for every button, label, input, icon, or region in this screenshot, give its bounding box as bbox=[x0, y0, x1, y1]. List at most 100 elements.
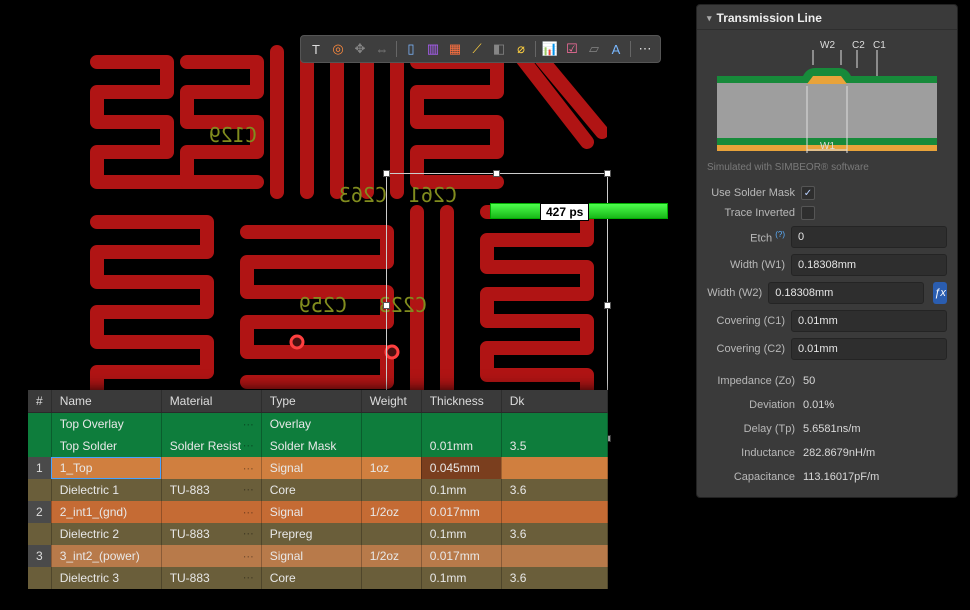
resize-handle[interactable] bbox=[604, 302, 611, 309]
cell-name[interactable]: Dielectric 1 bbox=[51, 479, 161, 501]
resize-handle[interactable] bbox=[604, 170, 611, 177]
cell-weight[interactable] bbox=[361, 523, 421, 545]
tool-route[interactable]: ⟋ bbox=[467, 39, 487, 59]
cell-name[interactable]: Dielectric 2 bbox=[51, 523, 161, 545]
ellipsis-icon[interactable]: ⋯ bbox=[243, 483, 253, 496]
cell-name[interactable]: Top Overlay bbox=[51, 413, 161, 436]
input-c2[interactable] bbox=[791, 338, 947, 360]
cell-dk[interactable] bbox=[501, 413, 607, 436]
ellipsis-icon[interactable]: ⋯ bbox=[243, 462, 253, 475]
cell-material[interactable]: TU-883⋯ bbox=[161, 567, 261, 589]
cell-weight[interactable]: 1/2oz bbox=[361, 501, 421, 523]
resize-handle[interactable] bbox=[493, 170, 500, 177]
ellipsis-icon[interactable]: ⋯ bbox=[243, 550, 253, 563]
tool-font[interactable]: A bbox=[606, 39, 626, 59]
cell-thickness[interactable] bbox=[421, 413, 501, 436]
panel-title[interactable]: Transmission Line bbox=[697, 5, 957, 30]
table-row[interactable]: 11_Top⋯Signal1oz0.045mm bbox=[28, 457, 608, 479]
cell-thickness[interactable]: 0.045mm bbox=[421, 457, 501, 479]
col-material[interactable]: Material bbox=[161, 390, 261, 413]
tool-measure[interactable]: 📊 bbox=[540, 39, 560, 59]
cell-weight[interactable] bbox=[361, 413, 421, 436]
tool-outline[interactable]: ◧ bbox=[489, 39, 509, 59]
cell-weight[interactable] bbox=[361, 435, 421, 457]
resize-handle[interactable] bbox=[383, 170, 390, 177]
cell-type[interactable]: Prepreg bbox=[261, 523, 361, 545]
tool-layer1[interactable]: ▯ bbox=[401, 39, 421, 59]
tool-via[interactable]: ⌀ bbox=[511, 39, 531, 59]
resize-handle[interactable] bbox=[383, 302, 390, 309]
cell-material[interactable]: ⋯ bbox=[161, 457, 261, 479]
input-etch[interactable] bbox=[791, 226, 947, 248]
tool-width[interactable]: ⇔ bbox=[372, 39, 392, 59]
chk-use-mask[interactable]: ✓ bbox=[801, 186, 815, 200]
cell-thickness[interactable]: 0.017mm bbox=[421, 545, 501, 567]
cell-type[interactable]: Core bbox=[261, 567, 361, 589]
col-thk[interactable]: Thickness bbox=[421, 390, 501, 413]
cell-material[interactable]: TU-883⋯ bbox=[161, 479, 261, 501]
cell-dk[interactable]: 3.5 bbox=[501, 435, 607, 457]
ellipsis-icon[interactable]: ⋯ bbox=[243, 439, 253, 452]
cell-dk[interactable]: 3.6 bbox=[501, 567, 607, 589]
cell-material[interactable]: ⋯ bbox=[161, 501, 261, 523]
cell-type[interactable]: Signal bbox=[261, 501, 361, 523]
layer-stackup-table[interactable]: # Name Material Type Weight Thickness Dk… bbox=[28, 390, 608, 589]
table-row[interactable]: Dielectric 3TU-883⋯Core 0.1mm3.6 bbox=[28, 567, 608, 589]
cell-thickness[interactable]: 0.01mm bbox=[421, 435, 501, 457]
tool-layer3[interactable]: ▦ bbox=[445, 39, 465, 59]
cell-material[interactable]: ⋯ bbox=[161, 545, 261, 567]
tool-layer2[interactable]: ▥ bbox=[423, 39, 443, 59]
cell-name[interactable]: 3_int2_(power) bbox=[51, 545, 161, 567]
col-weight[interactable]: Weight bbox=[361, 390, 421, 413]
cell-type[interactable]: Core bbox=[261, 479, 361, 501]
cell-dk[interactable]: 3.6 bbox=[501, 479, 607, 501]
cell-dk[interactable]: 3.6 bbox=[501, 523, 607, 545]
cell-type[interactable]: Overlay bbox=[261, 413, 361, 436]
tool-more[interactable]: ⋯ bbox=[635, 39, 655, 59]
tool-snap[interactable]: ◎ bbox=[328, 39, 348, 59]
ellipsis-icon[interactable]: ⋯ bbox=[243, 418, 253, 431]
table-row[interactable]: Dielectric 2TU-883⋯Prepreg 0.1mm3.6 bbox=[28, 523, 608, 545]
col-num[interactable]: # bbox=[28, 390, 51, 413]
tool-xsignal[interactable]: ☑ bbox=[562, 39, 582, 59]
cell-weight[interactable]: 1oz bbox=[361, 457, 421, 479]
table-row[interactable]: 33_int2_(power)⋯Signal1/2oz0.017mm bbox=[28, 545, 608, 567]
cell-material[interactable]: Solder Resist⋯ bbox=[161, 435, 261, 457]
cell-name[interactable]: 1_Top bbox=[51, 457, 161, 479]
cell-dk[interactable] bbox=[501, 501, 607, 523]
cell-thickness[interactable]: 0.1mm bbox=[421, 523, 501, 545]
input-c1[interactable] bbox=[791, 310, 947, 332]
tool-move[interactable]: ✥ bbox=[350, 39, 370, 59]
tool-text[interactable]: T bbox=[306, 39, 326, 59]
help-icon[interactable]: (?) bbox=[775, 230, 785, 239]
table-row[interactable]: Top Overlay ⋯ Overlay bbox=[28, 413, 608, 436]
cell-name[interactable]: 2_int1_(gnd) bbox=[51, 501, 161, 523]
cell-dk[interactable] bbox=[501, 457, 607, 479]
chk-inverted[interactable]: ✓ bbox=[801, 206, 815, 220]
cell-name[interactable]: Dielectric 3 bbox=[51, 567, 161, 589]
cell-weight[interactable] bbox=[361, 479, 421, 501]
cell-type[interactable]: Solder Mask bbox=[261, 435, 361, 457]
cell-type[interactable]: Signal bbox=[261, 457, 361, 479]
table-row[interactable]: 22_int1_(gnd)⋯Signal1/2oz0.017mm bbox=[28, 501, 608, 523]
ellipsis-icon[interactable]: ⋯ bbox=[243, 571, 253, 584]
input-w1[interactable] bbox=[791, 254, 947, 276]
cell-thickness[interactable]: 0.1mm bbox=[421, 479, 501, 501]
cell-dk[interactable] bbox=[501, 545, 607, 567]
cell-weight[interactable]: 1/2oz bbox=[361, 545, 421, 567]
cell-type[interactable]: Signal bbox=[261, 545, 361, 567]
tool-plane[interactable]: ▱ bbox=[584, 39, 604, 59]
cell-name[interactable]: Top Solder bbox=[51, 435, 161, 457]
cell-thickness[interactable]: 0.1mm bbox=[421, 567, 501, 589]
table-row[interactable]: Top SolderSolder Resist⋯Solder Mask 0.01m… bbox=[28, 435, 608, 457]
col-type[interactable]: Type bbox=[261, 390, 361, 413]
cell-material[interactable]: TU-883⋯ bbox=[161, 523, 261, 545]
input-w2[interactable] bbox=[768, 282, 924, 304]
cell-material[interactable]: ⋯ bbox=[161, 413, 261, 436]
ellipsis-icon[interactable]: ⋯ bbox=[243, 506, 253, 519]
col-dk[interactable]: Dk bbox=[501, 390, 607, 413]
cell-thickness[interactable]: 0.017mm bbox=[421, 501, 501, 523]
ellipsis-icon[interactable]: ⋯ bbox=[243, 527, 253, 540]
cell-weight[interactable] bbox=[361, 567, 421, 589]
col-name[interactable]: Name bbox=[51, 390, 161, 413]
